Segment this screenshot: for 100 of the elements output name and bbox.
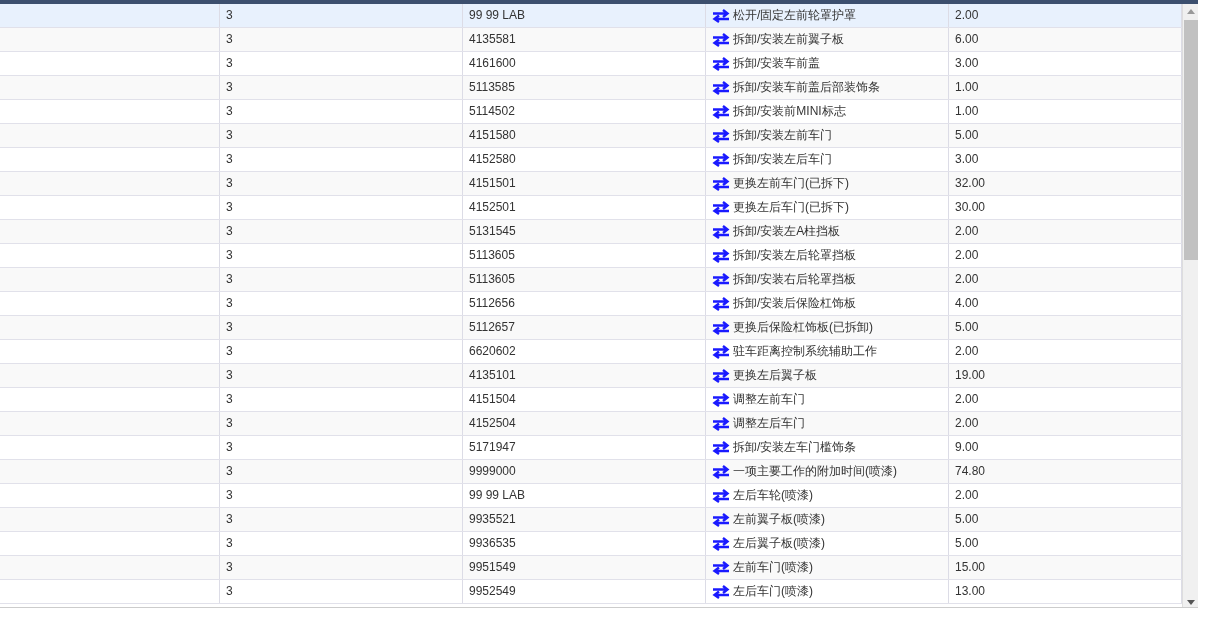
table-row[interactable]: 3 4152504 调整左后车门 2.00 <box>0 412 1182 436</box>
scroll-down-icon[interactable] <box>1185 597 1196 607</box>
hours-text: 2.00 <box>955 224 979 238</box>
swap-arrows-icon[interactable] <box>712 368 730 383</box>
table-row[interactable]: 3 4152501 更换左后车门(已拆下) 30.00 <box>0 196 1182 220</box>
swap-arrows-icon[interactable] <box>712 320 730 335</box>
code-text: 6620602 <box>469 344 516 358</box>
hours-text: 1.00 <box>955 104 979 118</box>
description-text: 拆卸/安装后保险杠饰板 <box>733 295 857 312</box>
swap-arrows-icon[interactable] <box>712 416 730 431</box>
quantity-text: 3 <box>226 464 233 478</box>
hours-text: 3.00 <box>955 56 979 70</box>
scrollbar-thumb[interactable] <box>1183 20 1198 260</box>
quantity-text: 3 <box>226 152 233 166</box>
table-row[interactable]: 3 5112657 更换后保险杠饰板(已拆卸) 5.00 <box>0 316 1182 340</box>
quantity-text: 3 <box>226 32 233 46</box>
swap-arrows-icon[interactable] <box>712 536 730 551</box>
hours-text: 2.00 <box>955 344 979 358</box>
swap-arrows-icon[interactable] <box>712 512 730 527</box>
code-text: 9999000 <box>469 464 516 478</box>
swap-arrows-icon[interactable] <box>712 296 730 311</box>
swap-arrows-icon[interactable] <box>712 56 730 71</box>
hours-text: 5.00 <box>955 128 979 142</box>
table-row[interactable]: 3 6620602 驻车距离控制系统辅助工作 2.00 <box>0 340 1182 364</box>
quantity-text: 3 <box>226 560 233 574</box>
table-row[interactable]: 3 4151504 调整左前车门 2.00 <box>0 388 1182 412</box>
quantity-text: 3 <box>226 440 233 454</box>
quantity-text: 3 <box>226 56 233 70</box>
table-row[interactable]: 3 5113585 拆卸/安装车前盖后部装饰条 1.00 <box>0 76 1182 100</box>
table-row[interactable]: 3 5131545 拆卸/安装左A柱挡板 2.00 <box>0 220 1182 244</box>
description-text: 拆卸/安装车前盖 <box>733 55 821 72</box>
quantity-text: 3 <box>226 128 233 142</box>
hours-text: 5.00 <box>955 512 979 526</box>
table-row[interactable]: 3 5114502 拆卸/安装前MINI标志 1.00 <box>0 100 1182 124</box>
code-text: 99 99 LAB <box>469 8 526 22</box>
code-text: 9952549 <box>469 584 516 598</box>
swap-arrows-icon[interactable] <box>712 128 730 143</box>
swap-arrows-icon[interactable] <box>712 488 730 503</box>
swap-arrows-icon[interactable] <box>712 344 730 359</box>
swap-arrows-icon[interactable] <box>712 152 730 167</box>
swap-arrows-icon[interactable] <box>712 272 730 287</box>
swap-arrows-icon[interactable] <box>712 464 730 479</box>
scrollbar[interactable] <box>1182 4 1198 607</box>
code-text: 5171947 <box>469 440 516 454</box>
quantity-text: 3 <box>226 224 233 238</box>
table-row[interactable]: 3 4161600 拆卸/安装车前盖 3.00 <box>0 52 1182 76</box>
hours-text: 2.00 <box>955 416 979 430</box>
table-row[interactable]: 3 9999000 一项主要工作的附加时间(喷漆) 74.80 <box>0 460 1182 484</box>
description-text: 左后车轮(喷漆) <box>733 487 813 504</box>
hours-text: 32.00 <box>955 176 986 190</box>
table-row[interactable]: 3 5171947 拆卸/安装左车门槛饰条 9.00 <box>0 436 1182 460</box>
table-row[interactable]: 3 9951549 左前车门(喷漆) 15.00 <box>0 556 1182 580</box>
code-text: 9951549 <box>469 560 516 574</box>
table-row[interactable]: 3 5113605 拆卸/安装左后轮罩挡板 2.00 <box>0 244 1182 268</box>
table-row[interactable]: 3 4135581 拆卸/安装左前翼子板 6.00 <box>0 28 1182 52</box>
swap-arrows-icon[interactable] <box>712 80 730 95</box>
swap-arrows-icon[interactable] <box>712 392 730 407</box>
code-text: 4151501 <box>469 176 516 190</box>
hours-text: 5.00 <box>955 536 979 550</box>
description-text: 左后车门(喷漆) <box>733 583 813 600</box>
table-row[interactable]: 3 4151580 拆卸/安装左前车门 5.00 <box>0 124 1182 148</box>
description-text: 更换后保险杠饰板(已拆卸) <box>733 319 873 336</box>
hours-text: 74.80 <box>955 464 986 478</box>
table-row[interactable]: 3 5112656 拆卸/安装后保险杠饰板 4.00 <box>0 292 1182 316</box>
code-text: 9935521 <box>469 512 516 526</box>
description-text: 拆卸/安装右后轮罩挡板 <box>733 271 857 288</box>
swap-arrows-icon[interactable] <box>712 176 730 191</box>
description-text: 拆卸/安装左后车门 <box>733 151 833 168</box>
table-row[interactable]: 3 99 99 LAB 左后车轮(喷漆) 2.00 <box>0 484 1182 508</box>
quantity-text: 3 <box>226 80 233 94</box>
swap-arrows-icon[interactable] <box>712 200 730 215</box>
code-text: 5131545 <box>469 224 516 238</box>
quantity-text: 3 <box>226 392 233 406</box>
swap-arrows-icon[interactable] <box>712 248 730 263</box>
swap-arrows-icon[interactable] <box>712 560 730 575</box>
hours-text: 2.00 <box>955 392 979 406</box>
description-text: 调整左前车门 <box>733 391 805 408</box>
swap-arrows-icon[interactable] <box>712 440 730 455</box>
table-row[interactable]: 3 4135101 更换左后翼子板 19.00 <box>0 364 1182 388</box>
swap-arrows-icon[interactable] <box>712 104 730 119</box>
hours-text: 1.00 <box>955 80 979 94</box>
quantity-text: 3 <box>226 344 233 358</box>
swap-arrows-icon[interactable] <box>712 224 730 239</box>
code-text: 4152580 <box>469 152 516 166</box>
table-row[interactable]: 3 5113605 拆卸/安装右后轮罩挡板 2.00 <box>0 268 1182 292</box>
description-text: 拆卸/安装左前翼子板 <box>733 31 845 48</box>
table-row[interactable]: 3 4151501 更换左前车门(已拆下) 32.00 <box>0 172 1182 196</box>
code-text: 4152504 <box>469 416 516 430</box>
table-row[interactable]: 3 9952549 左后车门(喷漆) 13.00 <box>0 580 1182 604</box>
table-row[interactable]: 3 99 99 LAB 松开/固定左前轮罩护罩 2.00 <box>0 4 1182 28</box>
table-row[interactable]: 3 4152580 拆卸/安装左后车门 3.00 <box>0 148 1182 172</box>
swap-arrows-icon[interactable] <box>712 584 730 599</box>
swap-arrows-icon[interactable] <box>712 8 730 23</box>
swap-arrows-icon[interactable] <box>712 32 730 47</box>
table-row[interactable]: 3 9936535 左后翼子板(喷漆) 5.00 <box>0 532 1182 556</box>
quantity-text: 3 <box>226 584 233 598</box>
hours-text: 2.00 <box>955 272 979 286</box>
description-text: 拆卸/安装左A柱挡板 <box>733 223 841 240</box>
table-row[interactable]: 3 9935521 左前翼子板(喷漆) 5.00 <box>0 508 1182 532</box>
description-text: 一项主要工作的附加时间(喷漆) <box>733 463 897 480</box>
